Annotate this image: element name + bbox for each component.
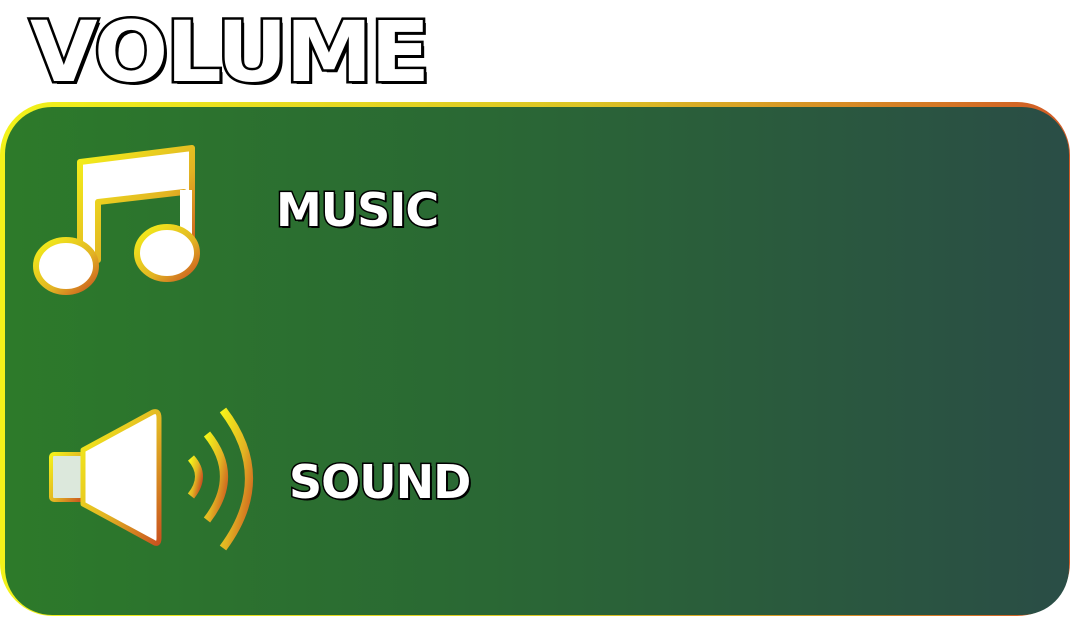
- music-note-icon[interactable]: [30, 140, 205, 300]
- speaker-icon[interactable]: [45, 400, 280, 560]
- music-label: MUSIC: [274, 183, 440, 238]
- page-title: VOLUME: [27, 2, 432, 103]
- sound-label: SOUND: [287, 455, 472, 510]
